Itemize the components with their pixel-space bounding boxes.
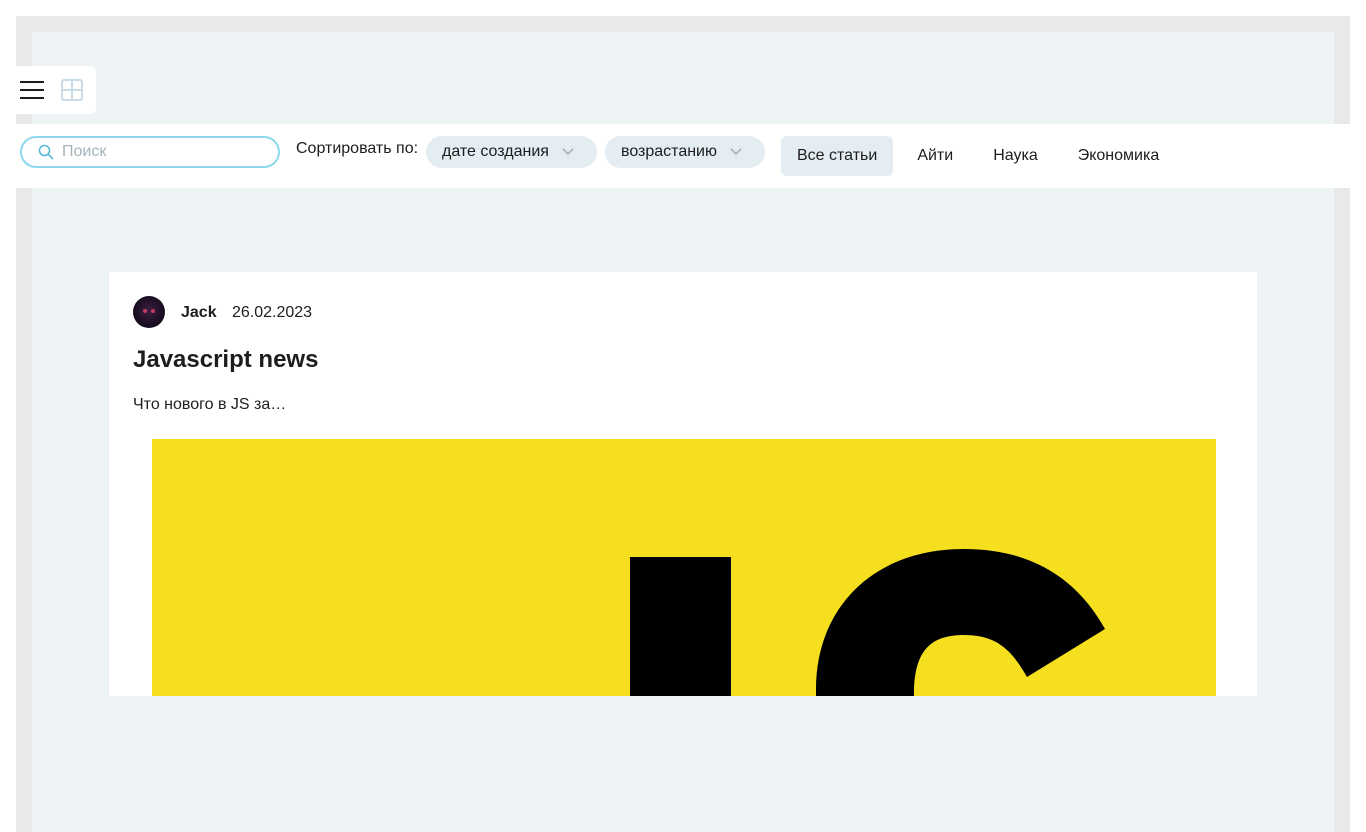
- tab-label: Наука: [993, 147, 1038, 164]
- grid-tile-icon: [61, 79, 83, 101]
- tab-label: Все статьи: [797, 147, 878, 164]
- sort-field-select[interactable]: дате создания: [426, 136, 597, 168]
- tab-label: Айти: [917, 147, 954, 164]
- tab-all-articles[interactable]: Все статьи: [781, 136, 894, 176]
- category-tabs: Все статьи Айти Наука Экономика: [781, 136, 1183, 176]
- article-excerpt: Что нового в JS за…: [133, 396, 287, 413]
- article-card[interactable]: Jack 26.02.2023 Javascript news Что ново…: [109, 272, 1257, 696]
- js-logo-image: [630, 549, 1105, 696]
- chevron-down-icon: [730, 148, 742, 156]
- sort-label: Сортировать по:: [296, 140, 419, 157]
- avatar[interactable]: [133, 296, 165, 328]
- search-box: [20, 136, 280, 168]
- search-icon: [38, 144, 54, 160]
- sort-field-value: дате создания: [442, 143, 549, 160]
- tab-label: Экономика: [1077, 147, 1160, 164]
- search-input[interactable]: [62, 143, 262, 161]
- avatar-image: [141, 302, 157, 313]
- tab-science[interactable]: Наука: [977, 136, 1054, 176]
- article-cover-image: [152, 439, 1216, 696]
- list-view-button[interactable]: [20, 78, 44, 102]
- chevron-down-icon: [562, 148, 574, 156]
- article-title[interactable]: Javascript news: [133, 346, 318, 374]
- tile-view-button[interactable]: [60, 78, 84, 102]
- sort-order-select[interactable]: возрастанию: [605, 136, 765, 168]
- sort-order-value: возрастанию: [621, 143, 717, 160]
- author-name[interactable]: Jack: [181, 304, 217, 322]
- tab-it[interactable]: Айти: [901, 136, 969, 176]
- view-switcher: [16, 66, 96, 114]
- filters-toolbar: Сортировать по: дате создания возрастани…: [16, 124, 1350, 188]
- hamburger-list-icon: [20, 81, 44, 99]
- tab-economics[interactable]: Экономика: [1062, 136, 1176, 176]
- article-date: 26.02.2023: [232, 304, 313, 321]
